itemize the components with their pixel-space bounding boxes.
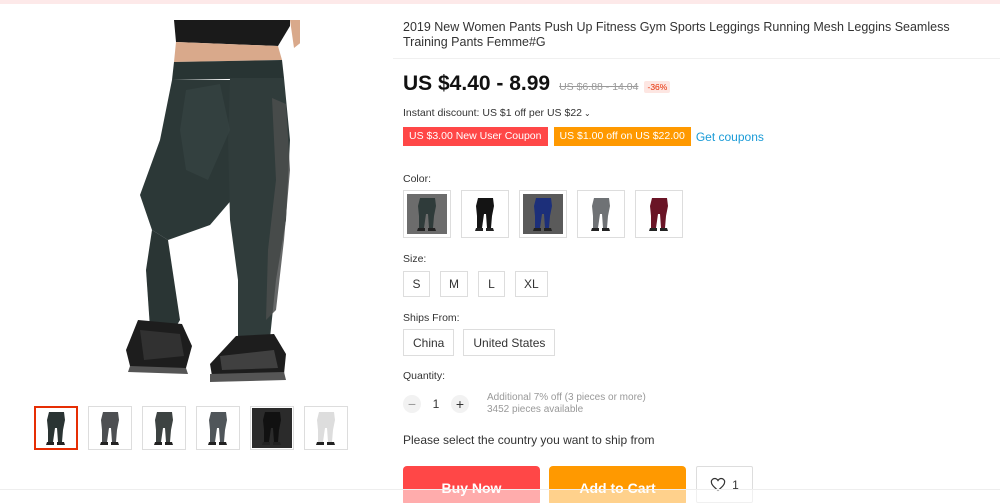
- size-label: Size:: [403, 253, 427, 265]
- quantity-stepper: − 1 + Additional 7% off (3 pieces or mor…: [403, 392, 646, 416]
- title-divider: [393, 58, 1000, 59]
- size-option-l[interactable]: L: [478, 271, 505, 297]
- ships-from-label: Ships From:: [403, 312, 460, 324]
- quantity-increase-button[interactable]: +: [451, 395, 469, 413]
- fold-fade: [0, 490, 1000, 503]
- legging-icon: [252, 408, 292, 448]
- coupon-row: US $3.00 New User Coupon US $1.00 off on…: [403, 127, 764, 146]
- quantity-value[interactable]: 1: [421, 397, 451, 411]
- color-swatch[interactable]: [577, 190, 625, 238]
- legging-icon: [523, 194, 563, 234]
- ships-from-options: China United States: [403, 329, 556, 356]
- size-option-m[interactable]: M: [440, 271, 468, 297]
- legging-icon: [465, 194, 505, 234]
- thumbnail[interactable]: [88, 406, 132, 450]
- size-option-xl[interactable]: XL: [515, 271, 548, 297]
- legging-icon: [581, 194, 621, 234]
- get-coupons-link[interactable]: Get coupons: [696, 130, 764, 144]
- chevron-down-icon: ⌄: [584, 109, 591, 118]
- legging-icon: [407, 194, 447, 234]
- color-swatches: [403, 190, 683, 238]
- thumbnail[interactable]: [142, 406, 186, 450]
- stock-available: 3452 pieces available: [487, 404, 584, 415]
- new-user-coupon[interactable]: US $3.00 New User Coupon: [403, 127, 548, 146]
- color-swatch[interactable]: [635, 190, 683, 238]
- color-swatch[interactable]: [461, 190, 509, 238]
- original-price: US $6.88 - 14.04: [559, 81, 639, 93]
- color-label: Color:: [403, 173, 432, 185]
- instant-discount-text: Instant discount: US $1 off per US $22: [403, 107, 582, 119]
- thumbnail-strip: [34, 406, 348, 450]
- ship-option-china[interactable]: China: [403, 329, 455, 356]
- discount-badge: -36%: [644, 81, 671, 93]
- quantity-label: Quantity:: [403, 370, 446, 382]
- thumbnail[interactable]: [250, 406, 294, 450]
- legging-icon: [36, 408, 76, 448]
- legging-icon: [198, 408, 238, 448]
- instant-discount[interactable]: Instant discount: US $1 off per US $22 ⌄: [403, 107, 591, 119]
- product-gallery: [30, 10, 360, 490]
- product-info: 2019 New Women Pants Push Up Fitness Gym…: [403, 20, 1000, 50]
- store-coupon[interactable]: US $1.00 off on US $22.00: [553, 127, 691, 146]
- color-swatch[interactable]: [403, 190, 451, 238]
- color-swatch[interactable]: [519, 190, 567, 238]
- legging-icon: [306, 408, 346, 448]
- main-product-image[interactable]: [90, 20, 300, 395]
- legging-icon: [90, 408, 130, 448]
- legging-icon: [639, 194, 679, 234]
- quantity-note: Additional 7% off (3 pieces or more) 345…: [487, 392, 646, 416]
- legging-icon: [144, 408, 184, 448]
- ship-option-united-states[interactable]: United States: [463, 329, 556, 356]
- price-row: US $4.40 - 8.99 US $6.88 - 14.04 -36%: [403, 72, 671, 96]
- price: US $4.40 - 8.99: [403, 72, 551, 95]
- size-option-s[interactable]: S: [403, 271, 430, 297]
- shipping-message: Please select the country you want to sh…: [403, 433, 655, 447]
- size-options: S M L XL: [403, 271, 548, 297]
- thumbnail[interactable]: [304, 406, 348, 450]
- product-title: 2019 New Women Pants Push Up Fitness Gym…: [403, 20, 950, 49]
- quantity-decrease-button[interactable]: −: [403, 395, 421, 413]
- bulk-discount-note: Additional 7% off (3 pieces or more): [487, 392, 646, 403]
- top-strip: [0, 0, 1000, 4]
- thumbnail[interactable]: [34, 406, 78, 450]
- thumbnail[interactable]: [196, 406, 240, 450]
